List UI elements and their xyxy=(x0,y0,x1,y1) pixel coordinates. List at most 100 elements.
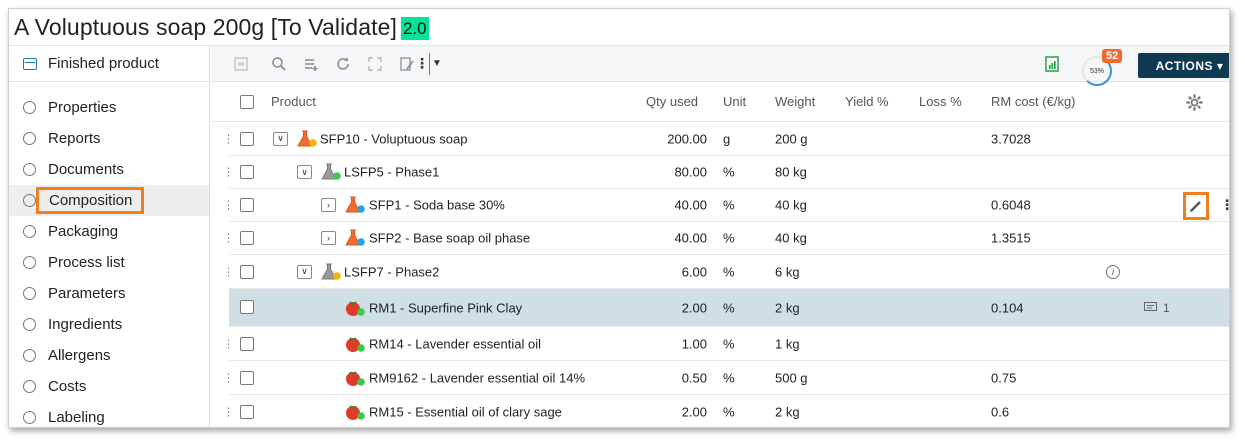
sidebar-item-composition[interactable]: Composition xyxy=(9,185,209,216)
product-name[interactable]: SFP2 - Base soap oil phase xyxy=(369,231,530,246)
collapse-toggle[interactable]: ∨ xyxy=(297,165,312,179)
collapse-toggle[interactable]: ∨ xyxy=(297,264,312,279)
unit-value: % xyxy=(723,300,735,315)
drag-handle-icon[interactable]: ⋮ xyxy=(223,265,234,278)
product-name[interactable]: LSFP5 - Phase1 xyxy=(344,165,439,180)
radio-icon[interactable] xyxy=(23,163,36,176)
tomato-icon xyxy=(346,370,365,386)
refresh-icon[interactable] xyxy=(333,54,353,74)
drag-handle-icon[interactable]: ⋮ xyxy=(223,199,234,212)
sidebar-item-documents[interactable]: Documents xyxy=(9,154,209,185)
column-unit[interactable]: Unit xyxy=(723,94,746,109)
more-vertical-icon[interactable]: ⋮ xyxy=(1220,197,1229,214)
sidebar-item-parameters[interactable]: Parameters xyxy=(9,278,209,309)
sidebar-item-ingredients[interactable]: Ingredients xyxy=(9,309,209,340)
actions-button[interactable]: ACTIONS ▾ xyxy=(1138,53,1229,78)
qty-value: 200.00 xyxy=(667,131,707,146)
sidebar-item-costs[interactable]: Costs xyxy=(9,371,209,402)
search-icon[interactable] xyxy=(269,54,289,74)
table-row[interactable]: ⋮ ∨ LSFP7 - Phase2 6.00 % 6 kg i xyxy=(223,255,1229,289)
product-name[interactable]: RM1 - Superfine Pink Clay xyxy=(369,300,522,315)
info-icon[interactable]: i xyxy=(1106,264,1120,279)
sidebar-item-packaging[interactable]: Packaging xyxy=(9,216,209,247)
row-checkbox[interactable] xyxy=(240,371,254,385)
drag-handle-icon[interactable]: ⋮ xyxy=(223,166,234,179)
table-row[interactable]: ⋮ › SFP1 - Soda base 30% 40.00 % 40 kg 0… xyxy=(223,189,1229,222)
column-weight[interactable]: Weight xyxy=(775,94,815,109)
select-all-checkbox[interactable] xyxy=(240,95,254,109)
more-vertical-icon[interactable]: ⋮ xyxy=(415,54,429,74)
unit-value: % xyxy=(723,264,735,279)
row-checkbox[interactable] xyxy=(240,132,254,146)
weight-value: 40 kg xyxy=(775,230,807,246)
product-name[interactable]: RM15 - Essential oil of clary sage xyxy=(369,405,562,420)
product-name[interactable]: SFP10 - Voluptuous soap xyxy=(320,131,467,146)
sidebar-item-labeling[interactable]: Labeling xyxy=(9,402,209,427)
product-name[interactable]: RM14 - Lavender essential oil xyxy=(369,336,541,351)
qty-value: 2.00 xyxy=(681,404,707,420)
weight-value: 80 kg xyxy=(775,164,807,180)
column-loss[interactable]: Loss % xyxy=(919,94,962,109)
row-checkbox[interactable] xyxy=(240,231,254,245)
row-checkbox[interactable] xyxy=(240,198,254,212)
column-rm-cost[interactable]: RM cost (€/kg) xyxy=(991,94,1076,109)
table-row[interactable]: RM1 - Superfine Pink Clay 2.00 % 2 kg 0.… xyxy=(229,289,1229,327)
drag-handle-icon[interactable]: ⋮ xyxy=(223,371,234,384)
expand-toggle[interactable]: › xyxy=(321,231,336,245)
radio-icon[interactable] xyxy=(23,256,36,269)
radio-icon[interactable] xyxy=(23,287,36,300)
table-row[interactable]: ⋮ ∨ LSFP5 - Phase1 80.00 % 80 kg xyxy=(223,156,1229,189)
product-name[interactable]: LSFP7 - Phase2 xyxy=(344,264,439,279)
table-row[interactable]: ⋮ › SFP2 - Base soap oil phase 40.00 % 4… xyxy=(223,222,1229,255)
table-header: Product Qty used Unit Weight Yield % Los… xyxy=(211,82,1229,122)
chevron-down-icon[interactable]: ▼ xyxy=(432,58,442,69)
weight-value: 2 kg xyxy=(775,404,800,420)
drag-handle-icon[interactable]: ⋮ xyxy=(223,232,234,245)
table-row[interactable]: ⋮ ∨ SFP10 - Voluptuous soap 200.00 g 200… xyxy=(223,122,1229,156)
row-checkbox[interactable] xyxy=(240,405,254,419)
row-checkbox[interactable] xyxy=(240,165,254,179)
radio-icon[interactable] xyxy=(23,411,36,424)
gear-icon[interactable] xyxy=(1186,94,1203,111)
edit-button[interactable] xyxy=(1183,192,1209,220)
sidebar-item-reports[interactable]: Reports xyxy=(9,123,209,154)
drag-handle-icon[interactable]: ⋮ xyxy=(223,337,234,350)
rm-cost-value: 0.104 xyxy=(991,300,1024,315)
row-checkbox[interactable] xyxy=(240,300,254,314)
expand-all-icon[interactable] xyxy=(365,54,385,74)
row-checkbox[interactable] xyxy=(240,265,254,279)
product-name[interactable]: RM9162 - Lavender essential oil 14% xyxy=(369,370,585,385)
collapse-toggle[interactable]: ∨ xyxy=(273,131,288,146)
row-checkbox[interactable] xyxy=(240,337,254,351)
radio-icon[interactable] xyxy=(23,380,36,393)
flask-orange-icon xyxy=(297,130,317,147)
column-product[interactable]: Product xyxy=(271,94,316,109)
weight-value: 1 kg xyxy=(775,336,800,351)
radio-icon[interactable] xyxy=(23,318,36,331)
comment-indicator[interactable]: 1 xyxy=(1144,301,1170,315)
drag-handle-icon[interactable]: ⋮ xyxy=(223,132,234,145)
add-list-icon[interactable] xyxy=(301,54,321,74)
sidebar-item-allergens[interactable]: Allergens xyxy=(9,340,209,371)
radio-icon[interactable] xyxy=(23,101,36,114)
sidebar-item-properties[interactable]: Properties xyxy=(9,92,209,123)
sidebar-header[interactable]: Finished product xyxy=(9,46,209,82)
spreadsheet-icon[interactable] xyxy=(1045,56,1059,77)
bulk-edit-icon[interactable] xyxy=(397,54,417,74)
export-icon[interactable] xyxy=(231,54,251,74)
column-yield[interactable]: Yield % xyxy=(845,94,889,109)
table-row[interactable]: ⋮ RM15 - Essential oil of clary sage 2.0… xyxy=(223,395,1229,427)
radio-icon[interactable] xyxy=(23,132,36,145)
table-row[interactable]: ⋮ RM9162 - Lavender essential oil 14% 0.… xyxy=(223,361,1229,395)
product-name[interactable]: SFP1 - Soda base 30% xyxy=(369,198,505,213)
sidebar-item-process-list[interactable]: Process list xyxy=(9,247,209,278)
column-qty[interactable]: Qty used xyxy=(646,94,698,109)
sidebar-item-label: Packaging xyxy=(48,223,119,240)
table-row[interactable]: ⋮ RM14 - Lavender essential oil 1.00 % 1… xyxy=(223,327,1229,361)
expand-toggle[interactable]: › xyxy=(321,198,336,212)
radio-icon[interactable] xyxy=(23,349,36,362)
radio-icon[interactable] xyxy=(23,194,36,207)
drag-handle-icon[interactable]: ⋮ xyxy=(223,406,234,419)
radio-icon[interactable] xyxy=(23,225,36,238)
sidebar-item-label: Ingredients xyxy=(48,316,123,333)
